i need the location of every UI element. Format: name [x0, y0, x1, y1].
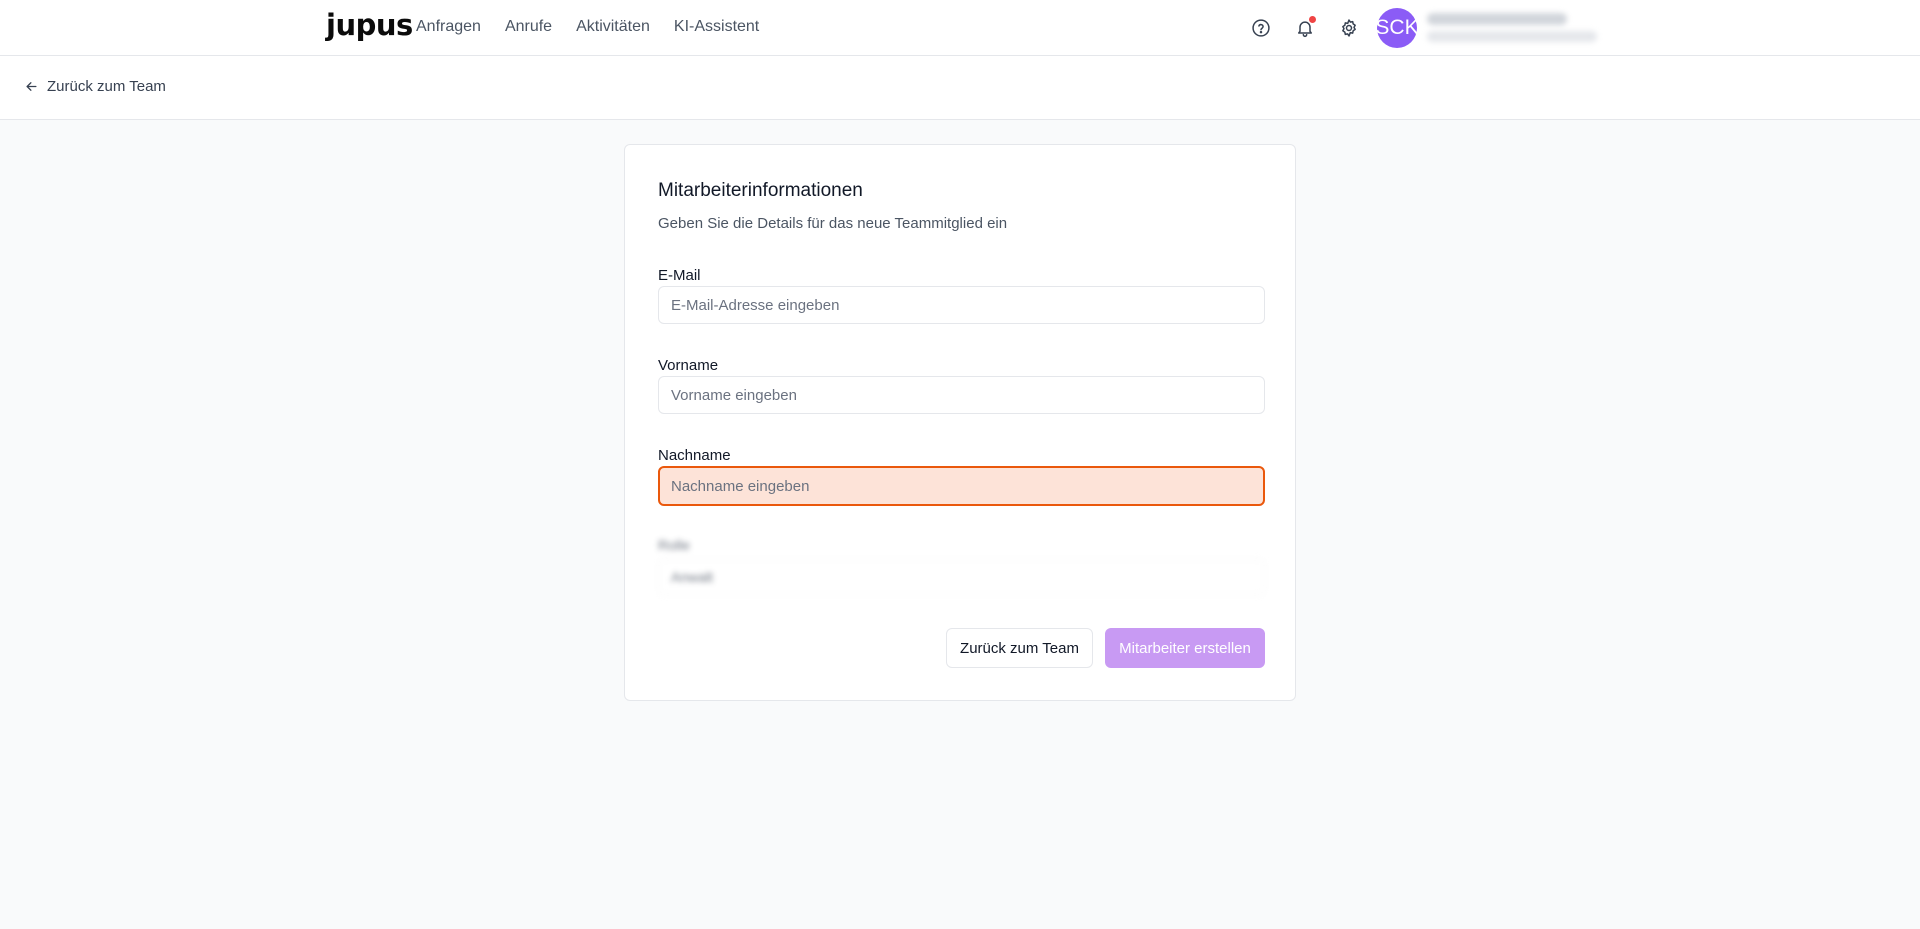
sub-header: Zurück zum Team: [0, 56, 1920, 120]
nav-item-anfragen[interactable]: Anfragen: [416, 18, 481, 36]
main-nav: Anfragen Anrufe Aktivitäten KI-Assistent: [416, 18, 759, 36]
top-navigation-bar: jupus Anfragen Anrufe Aktivitäten KI-Ass…: [0, 0, 1920, 56]
email-label: E-Mail: [658, 267, 701, 284]
arrow-left-icon: [26, 82, 37, 91]
employee-form-card: Mitarbeiterinformationen Geben Sie die D…: [624, 144, 1296, 701]
last-name-label: Nachname: [658, 447, 731, 464]
role-select[interactable]: Anwalt: [658, 559, 1265, 595]
back-to-team-button[interactable]: Zurück zum Team: [946, 628, 1093, 668]
create-employee-button[interactable]: Mitarbeiter erstellen: [1105, 628, 1265, 668]
form-description: Geben Sie die Details für das neue Teamm…: [658, 215, 1008, 232]
nav-item-ki-assistent[interactable]: KI-Assistent: [674, 18, 759, 36]
avatar[interactable]: SCK: [1375, 8, 1419, 48]
notification-dot: [1309, 16, 1316, 23]
user-info[interactable]: [1427, 13, 1597, 42]
jupus-logo[interactable]: jupus: [326, 8, 413, 42]
back-to-team-link[interactable]: Zurück zum Team: [24, 78, 166, 95]
first-name-field[interactable]: [658, 376, 1265, 414]
nav-item-anrufe[interactable]: Anrufe: [505, 18, 552, 36]
email-field[interactable]: [658, 286, 1265, 324]
role-label: Rolle: [658, 537, 690, 553]
nav-item-aktivitaeten[interactable]: Aktivitäten: [576, 18, 650, 36]
first-name-label: Vorname: [658, 357, 719, 374]
last-name-field[interactable]: [658, 466, 1265, 506]
user-email-redacted: [1427, 31, 1597, 42]
role-section-blurred: Rolle Anwalt: [658, 535, 1265, 597]
help-circle-icon[interactable]: [1247, 14, 1275, 42]
form-title: Mitarbeiterinformationen: [658, 180, 863, 201]
gear-icon[interactable]: [1335, 14, 1363, 42]
bell-icon[interactable]: [1291, 14, 1319, 42]
user-name-redacted: [1427, 13, 1567, 25]
back-link-label: Zurück zum Team: [47, 78, 166, 95]
